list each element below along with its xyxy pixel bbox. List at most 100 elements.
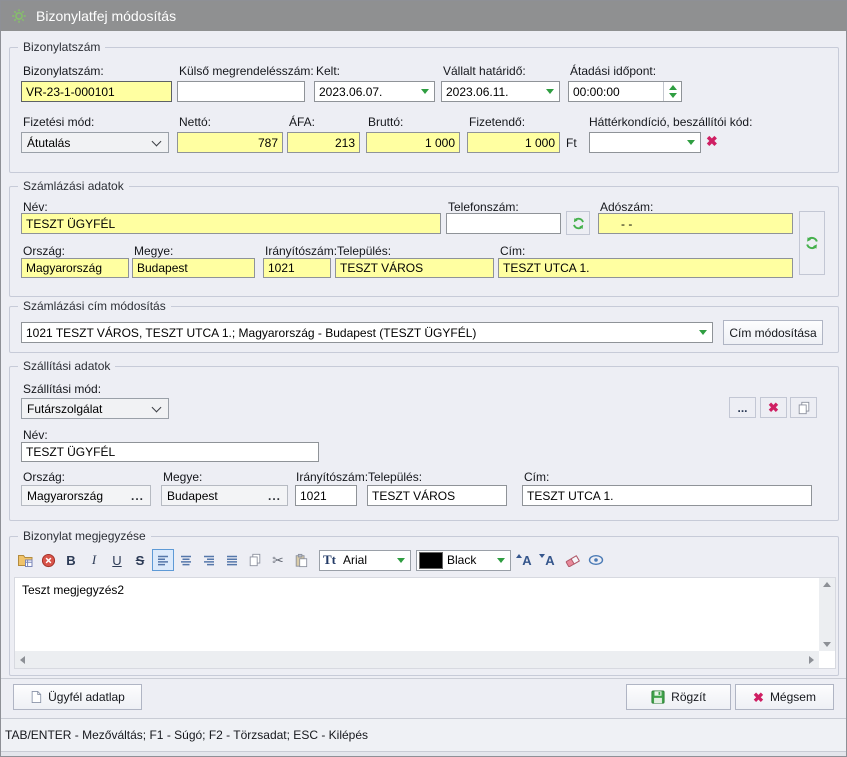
- label-billing-telepules: Település:: [337, 244, 391, 258]
- brutto-input[interactable]: [366, 132, 460, 153]
- align-center-button[interactable]: [175, 549, 197, 571]
- cim-modositasa-button[interactable]: Cím módosítása: [723, 320, 823, 345]
- cut-button[interactable]: ✂: [267, 549, 289, 571]
- comment-editor: Teszt megjegyzés2: [14, 577, 836, 669]
- paste-button[interactable]: [290, 549, 312, 571]
- spin-down-icon: [669, 93, 677, 98]
- eraser-icon: [565, 553, 581, 567]
- font-icon: Tt: [320, 552, 339, 568]
- copy-button[interactable]: [244, 549, 266, 571]
- copy-icon: [797, 401, 811, 415]
- shipping-megye-picker[interactable]: Budapest ...: [161, 485, 288, 506]
- label-szallitasi-mod: Szállítási mód:: [23, 382, 101, 396]
- ellipsis-icon: ...: [131, 489, 150, 503]
- group-bizonylatszam-title: Bizonylatszám: [18, 40, 105, 54]
- billing-address-combo[interactable]: 1021 TESZT VÁROS, TESZT UTCA 1.; Magyaro…: [21, 322, 713, 343]
- bold-button[interactable]: B: [60, 549, 82, 571]
- cancel-format-button[interactable]: [37, 549, 59, 571]
- netto-input[interactable]: [177, 132, 283, 153]
- group-szallitasi-title: Szállítási adatok: [18, 359, 115, 373]
- telefonszam-input[interactable]: [446, 213, 561, 234]
- align-center-icon: [179, 554, 193, 567]
- group-szamlazasi-title: Számlázási adatok: [18, 179, 129, 193]
- spinner-buttons[interactable]: [663, 82, 681, 101]
- afa-input[interactable]: [287, 132, 360, 153]
- label-brutto: Bruttó:: [368, 115, 403, 129]
- label-kulso-megrendelesszam: Külső megrendelésszám:: [179, 64, 314, 78]
- clear-hatterkondicio-button[interactable]: ✖: [706, 135, 718, 148]
- decrease-font-button[interactable]: A: [539, 549, 561, 571]
- hatterkondicio-combo[interactable]: [589, 132, 701, 153]
- scroll-left-icon: [20, 656, 25, 664]
- label-vallalt-hatarido: Vállalt határidő:: [443, 64, 526, 78]
- label-billing-megye: Megye:: [134, 244, 173, 258]
- insert-object-button[interactable]: [14, 549, 36, 571]
- billing-iranyitoszam-input[interactable]: [263, 258, 331, 278]
- atadasi-idopont-spinner[interactable]: 00:00:00: [568, 81, 682, 102]
- label-billing-nev: Név:: [23, 200, 48, 214]
- status-bar: TAB/ENTER - Mezőváltás; F1 - Súgó; F2 - …: [1, 719, 846, 751]
- label-shipping-telepules: Település:: [368, 470, 422, 484]
- rogzit-save-button[interactable]: Rögzít: [626, 684, 731, 710]
- scroll-right-icon: [809, 656, 814, 664]
- fizetesi-mod-select[interactable]: Átutalás: [21, 132, 169, 153]
- horizontal-scrollbar[interactable]: [15, 651, 819, 668]
- eraser-button[interactable]: [562, 549, 584, 571]
- scroll-up-icon: [823, 582, 831, 587]
- vallalt-hatarido-combo[interactable]: 2023.06.11.: [441, 81, 560, 102]
- align-right-button[interactable]: [198, 549, 220, 571]
- copy-icon: [248, 553, 262, 567]
- font-color-combo[interactable]: Black: [416, 550, 511, 571]
- underline-button[interactable]: U: [106, 549, 128, 571]
- billing-telepules-input[interactable]: [335, 258, 494, 278]
- megsem-cancel-button[interactable]: ✖ Mégsem: [735, 684, 834, 710]
- folder-icon: [17, 552, 33, 568]
- billing-cim-input[interactable]: [498, 258, 793, 278]
- kelt-date-combo[interactable]: 2023.06.07.: [314, 81, 435, 102]
- shipping-iranyitoszam-input[interactable]: [295, 485, 357, 506]
- fizetendo-input[interactable]: [467, 132, 560, 153]
- comment-textarea[interactable]: Teszt megjegyzés2: [15, 578, 819, 651]
- billing-nev-input[interactable]: [21, 213, 441, 234]
- titlebar[interactable]: Bizonylatfej módosítás: [1, 1, 846, 31]
- szallitasi-mod-select[interactable]: Futárszolgálat: [21, 398, 169, 419]
- align-left-button[interactable]: [152, 549, 174, 571]
- shipping-telepules-input[interactable]: [367, 485, 507, 506]
- shipping-orszag-picker[interactable]: Magyarország ...: [21, 485, 151, 506]
- kulso-megrendelesszam-input[interactable]: [177, 81, 305, 102]
- increase-font-button[interactable]: A: [516, 549, 538, 571]
- billing-orszag-input[interactable]: [21, 258, 129, 278]
- delete-x-icon: ✖: [768, 401, 779, 414]
- bizonylatszam-input[interactable]: [21, 81, 172, 102]
- label-currency-ft: Ft: [566, 136, 577, 150]
- adoszam-input[interactable]: [598, 213, 793, 234]
- billing-megye-input[interactable]: [132, 258, 255, 278]
- align-justify-button[interactable]: [221, 549, 243, 571]
- status-text: TAB/ENTER - Mezőváltás; F1 - Súgó; F2 - …: [5, 728, 368, 742]
- eye-icon: [588, 554, 604, 566]
- chevron-down-icon: [421, 89, 429, 94]
- shipping-copy-button[interactable]: [790, 397, 817, 418]
- label-fizetesi-mod: Fizetési mód:: [23, 115, 94, 129]
- shipping-cim-input[interactable]: [522, 485, 812, 506]
- spin-up-icon: [669, 85, 677, 90]
- dialog-window: Bizonylatfej módosítás Bizonylatszám Biz…: [0, 0, 847, 757]
- telefonszam-refresh-button[interactable]: [566, 211, 590, 235]
- shipping-nev-input[interactable]: [21, 442, 319, 462]
- italic-button[interactable]: I: [83, 549, 105, 571]
- chevron-down-icon: [497, 558, 505, 563]
- group-bizonylatszam: Bizonylatszám: [9, 47, 839, 173]
- refresh-icon: [571, 216, 586, 231]
- preview-eye-button[interactable]: [585, 549, 607, 571]
- align-right-icon: [202, 554, 216, 567]
- label-shipping-iranyitoszam: Irányítószám:: [296, 470, 368, 484]
- chevron-down-icon: [699, 330, 707, 335]
- vertical-scrollbar[interactable]: [819, 578, 835, 651]
- strikethrough-button[interactable]: S: [129, 549, 151, 571]
- shipping-more-button[interactable]: ...: [729, 397, 756, 418]
- shipping-delete-button[interactable]: ✖: [760, 397, 787, 418]
- billing-refresh-button[interactable]: [799, 211, 825, 275]
- label-bizonylatszam: Bizonylatszám:: [23, 64, 104, 78]
- font-family-combo[interactable]: Tt Arial: [319, 550, 411, 571]
- ugyfel-adatlap-button[interactable]: Ügyfél adatlap: [13, 684, 142, 710]
